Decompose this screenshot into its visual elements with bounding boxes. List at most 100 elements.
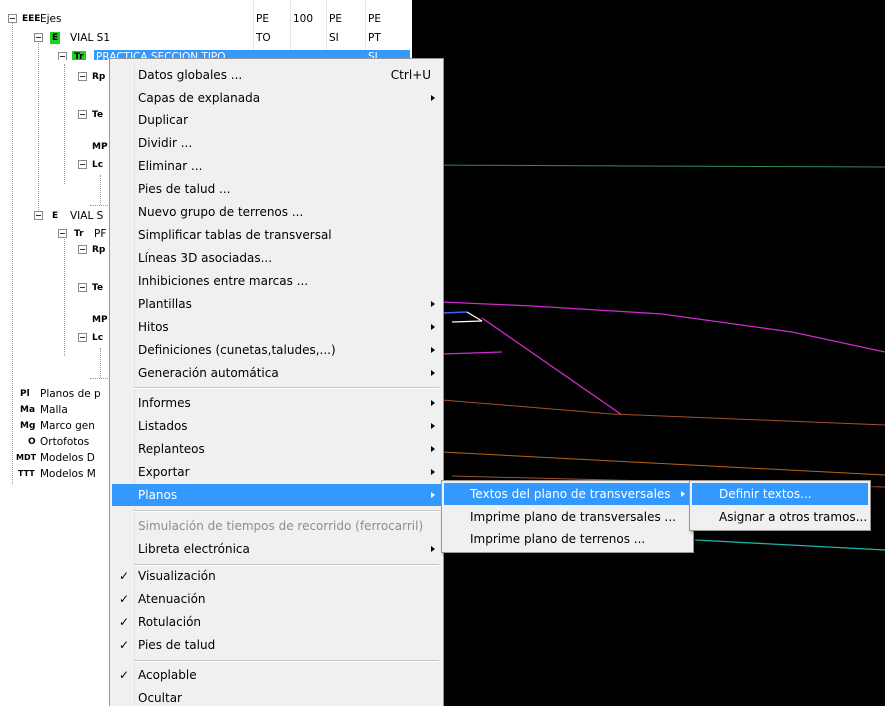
rasante-icon: Rp	[92, 72, 106, 82]
menu-label: Visualización	[138, 569, 216, 583]
tree-guide	[90, 378, 110, 379]
checkmark-icon: ✓	[119, 668, 130, 682]
menu-item-eliminar[interactable]: Eliminar ...	[112, 155, 441, 177]
cross-section-drawing	[411, 164, 885, 551]
tree-label: Modelos M	[40, 468, 96, 480]
menu-item-definir-textos[interactable]: Definir textos...	[692, 483, 868, 505]
collapse-toggle[interactable]	[58, 52, 67, 60]
submenu-arrow-icon	[431, 324, 435, 330]
menu-item-planos[interactable]: Planos	[112, 484, 441, 506]
menu-item-simplificar-tablas[interactable]: Simplificar tablas de transversal	[112, 224, 441, 246]
col-value: PE	[368, 13, 381, 25]
menu-item-nuevo-grupo-terrenos[interactable]: Nuevo grupo de terrenos ...	[112, 201, 441, 223]
submenu-arrow-icon	[431, 446, 435, 452]
menu-item-atenuacion[interactable]: ✓ Atenuación	[112, 588, 441, 610]
collapse-toggle[interactable]	[78, 245, 87, 254]
menu-item-hitos[interactable]: Hitos	[112, 316, 441, 338]
collapse-toggle[interactable]	[78, 283, 87, 292]
submenu-textos-plano: Definir textos... Asignar a otros tramos…	[689, 480, 871, 531]
menu-item-visualizacion[interactable]: ✓ Visualización	[112, 565, 441, 587]
submenu-arrow-icon	[431, 95, 435, 101]
menu-label: Replanteos	[138, 442, 205, 456]
magenta-short-line	[441, 351, 503, 355]
collapse-toggle[interactable]	[78, 110, 87, 119]
tree-guide	[12, 14, 13, 484]
menu-item-duplicar[interactable]: Duplicar	[112, 109, 441, 131]
menu-item-inhibiciones[interactable]: Inhibiciones entre marcas ...	[112, 270, 441, 292]
menu-label: Imprime plano de transversales ...	[470, 510, 676, 524]
submenu-arrow-icon	[431, 400, 435, 406]
menu-label: Planos	[138, 488, 178, 502]
menu-item-generacion-automatica[interactable]: Generación automática	[112, 362, 441, 384]
menu-item-replanteos[interactable]: Replanteos	[112, 438, 441, 460]
modelos-icon: TTT	[18, 469, 35, 478]
menu-label: Acoplable	[138, 668, 197, 682]
lc-icon: Lc	[92, 333, 104, 343]
col-value: PE	[329, 13, 342, 25]
brown-line	[441, 399, 885, 426]
menu-item-acoplable[interactable]: ✓ Acoplable	[112, 664, 441, 686]
drawing-canvas[interactable]	[411, 0, 885, 706]
collapse-toggle[interactable]	[78, 333, 87, 342]
menu-item-listados[interactable]: Listados	[112, 415, 441, 437]
menu-item-lineas-3d[interactable]: Líneas 3D asociadas...	[112, 247, 441, 269]
menu-label: Líneas 3D asociadas...	[138, 251, 273, 265]
menu-item-pies-talud[interactable]: Pies de talud ...	[112, 178, 441, 200]
menu-label: Listados	[138, 419, 188, 433]
menu-label: Ocultar	[138, 691, 182, 705]
collapse-toggle[interactable]	[78, 72, 87, 81]
menu-item-imprime-plano-terrenos[interactable]: Imprime plano de terrenos ...	[444, 528, 691, 550]
collapse-toggle[interactable]	[34, 33, 43, 42]
menu-label: Eliminar ...	[138, 159, 203, 173]
axis-e-icon: E	[52, 211, 59, 221]
tree-label: Modelos D	[40, 452, 95, 464]
mdt-icon: MDT	[16, 453, 37, 462]
menu-item-pies-talud-toggle[interactable]: ✓ Pies de talud	[112, 634, 441, 656]
collapse-toggle[interactable]	[34, 211, 43, 220]
planos-icon: Pl	[20, 389, 30, 399]
menu-item-imprime-plano-transversales[interactable]: Imprime plano de transversales ...	[444, 506, 691, 528]
magenta-terrain-line	[441, 301, 885, 353]
menu-item-definiciones[interactable]: Definiciones (cunetas,taludes,...)	[112, 339, 441, 361]
menu-item-rotulacion[interactable]: ✓ Rotulación	[112, 611, 441, 633]
context-menu: Datos globales ... Ctrl+U Capas de expla…	[109, 58, 444, 706]
menu-label: Duplicar	[138, 113, 189, 127]
collapse-toggle[interactable]	[58, 229, 67, 238]
terreno-icon: Te	[92, 283, 104, 293]
tree-guide	[100, 175, 101, 205]
lc-icon: Lc	[92, 160, 104, 170]
menu-separator	[134, 660, 439, 662]
submenu-arrow-icon	[431, 423, 435, 429]
menu-item-informes[interactable]: Informes	[112, 392, 441, 414]
tree-label: VIAL S1	[70, 32, 110, 44]
menu-item-dividir[interactable]: Dividir ...	[112, 132, 441, 154]
menu-item-plantillas[interactable]: Plantillas	[112, 293, 441, 315]
tree-guide	[64, 64, 65, 184]
menu-label: Asignar a otros tramos...	[719, 510, 868, 524]
tree-label: Planos de p	[40, 388, 101, 400]
menu-item-datos-globales[interactable]: Datos globales ... Ctrl+U	[112, 64, 441, 86]
tree-label: Ejes	[40, 13, 62, 25]
collapse-toggle[interactable]	[8, 14, 17, 23]
menu-item-exportar[interactable]: Exportar	[112, 461, 441, 483]
rasante-icon: Rp	[92, 245, 106, 255]
col-value: SI	[329, 32, 339, 44]
axes-icon: EEE	[22, 14, 41, 24]
menu-item-asignar-otros-tramos[interactable]: Asignar a otros tramos...	[692, 506, 868, 528]
white-line	[451, 320, 483, 323]
malla-icon: Ma	[20, 405, 36, 415]
terreno-icon: Te	[92, 110, 104, 120]
menu-label: Pies de talud ...	[138, 182, 231, 196]
menu-item-libreta-electronica[interactable]: Libreta electrónica	[112, 538, 441, 560]
menu-label: Pies de talud	[138, 638, 216, 652]
menu-item-capas-explanada[interactable]: Capas de explanada	[112, 87, 441, 109]
menu-label: Simplificar tablas de transversal	[138, 228, 332, 242]
collapse-toggle[interactable]	[78, 160, 87, 169]
tree-row-vial-s1[interactable]: E VIAL S1 TO SI PT	[0, 31, 412, 45]
col-value: PE	[256, 13, 269, 25]
axis-e-icon: E	[50, 32, 61, 44]
tree-row-ejes[interactable]: EEE Ejes PE 100 PE PE	[0, 12, 412, 26]
menu-item-textos-plano-transversales[interactable]: Textos del plano de transversales	[444, 483, 691, 505]
menu-separator	[134, 387, 439, 389]
submenu-arrow-icon	[431, 546, 435, 552]
